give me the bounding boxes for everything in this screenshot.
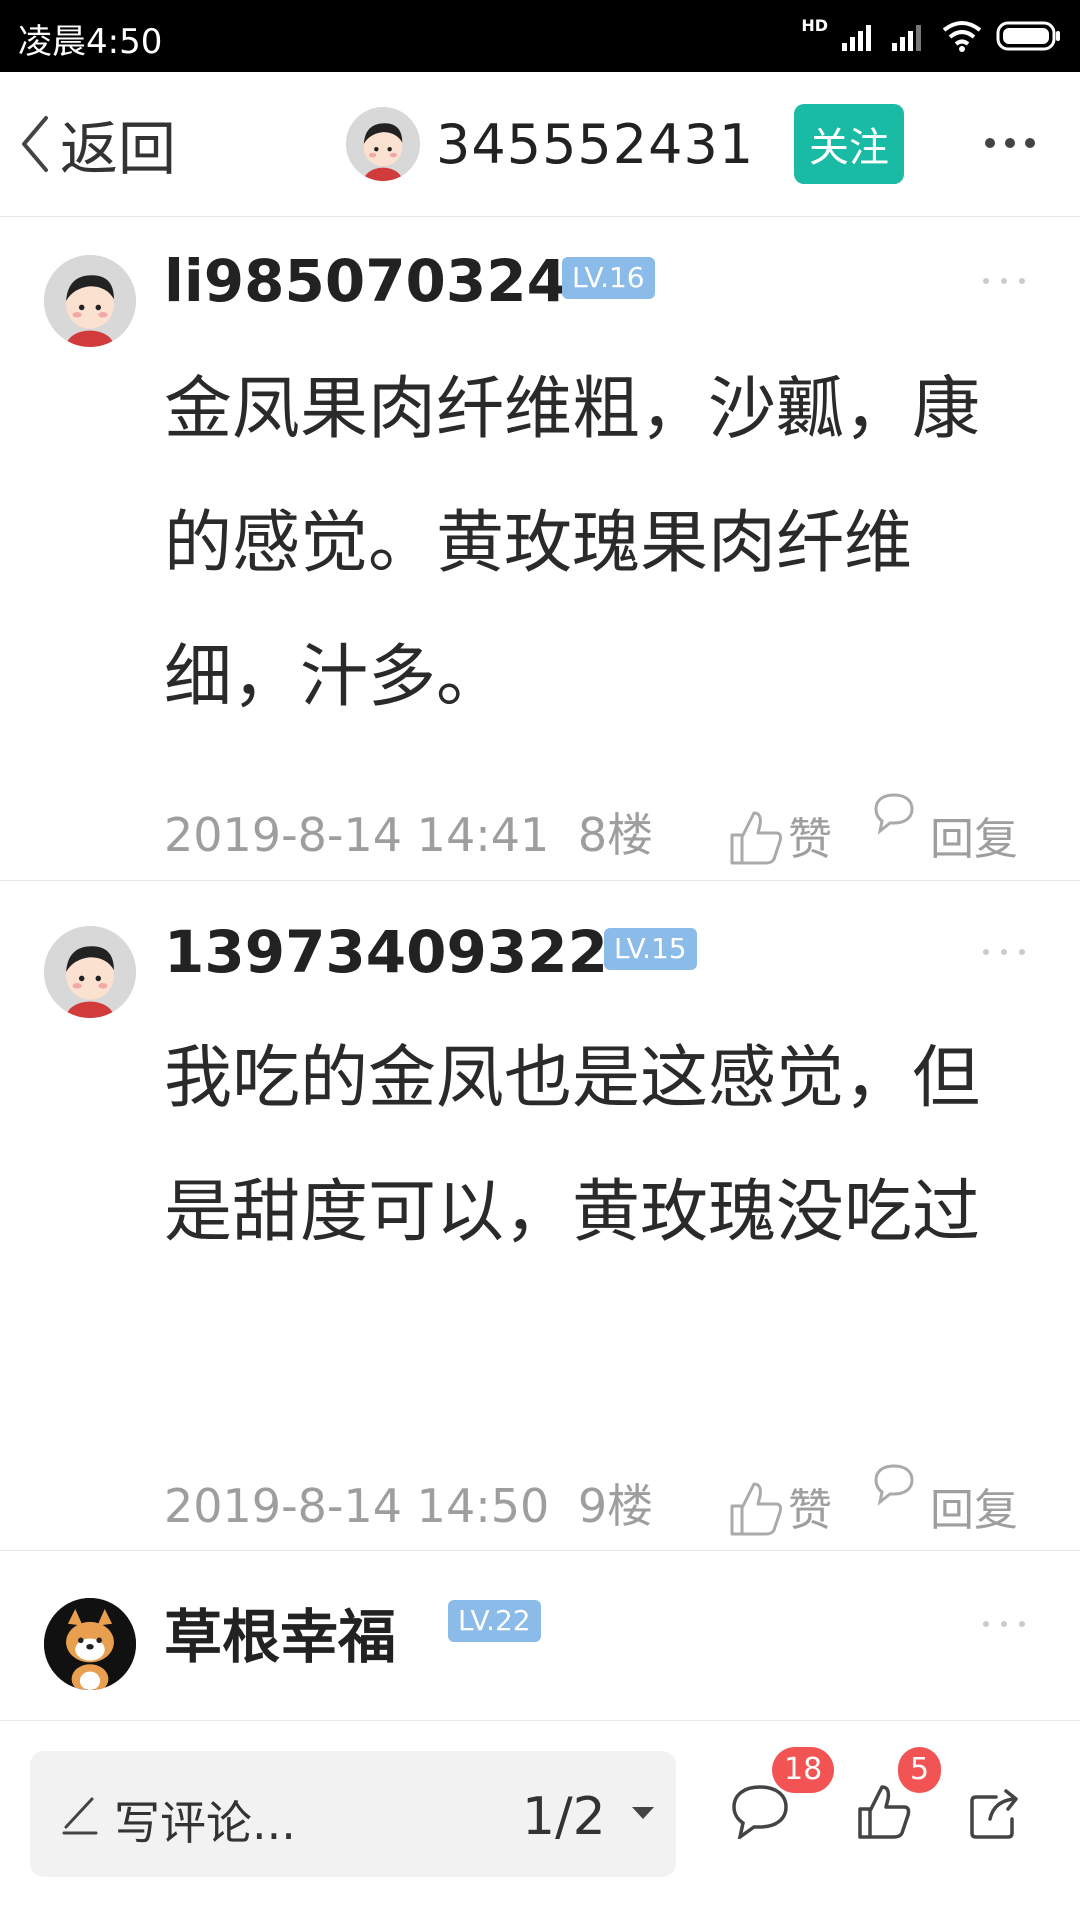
- thumbs-up-icon: [858, 1785, 911, 1839]
- comment-username[interactable]: li985070324: [164, 247, 567, 315]
- avatar-cartoon-boy-icon: [44, 926, 136, 1018]
- comment-more-icon[interactable]: [982, 946, 1026, 958]
- signal-icon-2: [892, 25, 921, 51]
- reply-label: 回复: [930, 814, 1018, 865]
- comment-floor: 8楼: [577, 808, 654, 862]
- comment-timestamp: 2019-8-14 14:50: [164, 1479, 550, 1533]
- comment-username[interactable]: 草根幸福: [164, 1590, 396, 1674]
- more-options-button[interactable]: [980, 128, 1040, 158]
- status-icons: HD: [801, 14, 1062, 58]
- thumbs-up-icon: [730, 811, 782, 865]
- comment-count-badge: 18: [772, 1747, 835, 1793]
- comment-username[interactable]: 13973409322: [164, 918, 608, 986]
- signal-icon: [842, 25, 871, 51]
- comment-more-icon[interactable]: [982, 1618, 1026, 1630]
- avatar-shiba-dog-icon: [44, 1598, 136, 1690]
- back-label: 返回: [60, 115, 177, 183]
- comment-timestamp: 2019-8-14 14:41: [164, 808, 550, 862]
- status-time: 凌晨4:50: [18, 22, 163, 62]
- avatar-cartoon-boy-icon: [346, 107, 420, 181]
- caret-down-icon[interactable]: [630, 1805, 656, 1821]
- comment-item: 13973409322 LV.15 我吃的金凤也是这感觉，但是甜度可以，黄玫瑰没…: [0, 880, 1080, 1551]
- comment-meta: 2019-8-14 14:41 8楼: [164, 799, 653, 865]
- comment-placeholder: 写评论...: [114, 1796, 296, 1850]
- avatar[interactable]: [346, 107, 420, 181]
- comment-more-icon[interactable]: [982, 275, 1026, 287]
- wifi-icon: [942, 21, 982, 52]
- comment-text: 我吃的金凤也是这感觉，但是甜度可以，黄玫瑰没吃过: [164, 1039, 981, 1252]
- reply-button[interactable]: 回复: [872, 793, 1018, 867]
- follow-button[interactable]: 关注: [794, 104, 904, 184]
- comment-item: li985070324 LV.16 金凤果肉纤维粗，沙瓤，康的感觉。黄玫瑰果肉纤…: [0, 217, 1080, 881]
- like-label: 赞: [788, 814, 832, 865]
- back-chevron-icon: [22, 116, 48, 172]
- share-icon: [970, 1789, 1018, 1839]
- speech-bubble-icon: [874, 1464, 914, 1506]
- comment-item: 草根幸福 LV.22: [0, 1550, 1080, 1720]
- comment-floor: 9楼: [577, 1479, 654, 1533]
- like-button[interactable]: 赞: [728, 797, 832, 867]
- more-icon: [985, 138, 1035, 148]
- level-badge: LV.15: [604, 928, 697, 970]
- like-label: 赞: [788, 1485, 832, 1536]
- level-badge: LV.22: [448, 1600, 541, 1642]
- comment-avatar[interactable]: [44, 926, 136, 1018]
- pen-icon: [62, 1797, 98, 1835]
- comment-meta: 2019-8-14 14:50 9楼: [164, 1470, 653, 1536]
- like-count-badge: 5: [898, 1747, 942, 1793]
- header-username: 345552431: [436, 112, 755, 176]
- top-nav-bar: 返回 345552431 关注: [0, 72, 1080, 217]
- header-user[interactable]: 345552431: [346, 106, 754, 182]
- battery-icon: [996, 21, 1060, 51]
- comment-avatar[interactable]: [44, 1598, 136, 1690]
- thumbs-up-icon: [730, 1482, 782, 1536]
- comment-text: 金凤果肉纤维粗，沙瓤，康的感觉。黄玫瑰果肉纤维细，汁多。: [164, 370, 981, 717]
- level-badge: LV.16: [562, 257, 655, 299]
- speech-bubble-icon: [874, 793, 914, 835]
- comments-button[interactable]: 18: [730, 1747, 835, 1845]
- speech-bubble-icon: [732, 1785, 788, 1839]
- reply-label: 回复: [930, 1485, 1018, 1536]
- comment-input[interactable]: 写评论... 1/2: [30, 1751, 676, 1877]
- share-button[interactable]: [968, 1775, 1028, 1839]
- like-button[interactable]: 赞: [728, 1468, 832, 1538]
- page-indicator[interactable]: 1/2: [522, 1787, 606, 1847]
- back-button[interactable]: 返回: [18, 102, 176, 186]
- reply-button[interactable]: 回复: [872, 1464, 1018, 1538]
- status-bar: 凌晨4:50 HD: [0, 0, 1080, 72]
- like-post-button[interactable]: 5: [856, 1747, 942, 1845]
- bottom-action-bar: 写评论... 1/2 18 5: [0, 1720, 1080, 1921]
- avatar-cartoon-boy-icon: [44, 255, 136, 347]
- comment-avatar[interactable]: [44, 255, 136, 347]
- network-type-label: HD: [801, 16, 828, 35]
